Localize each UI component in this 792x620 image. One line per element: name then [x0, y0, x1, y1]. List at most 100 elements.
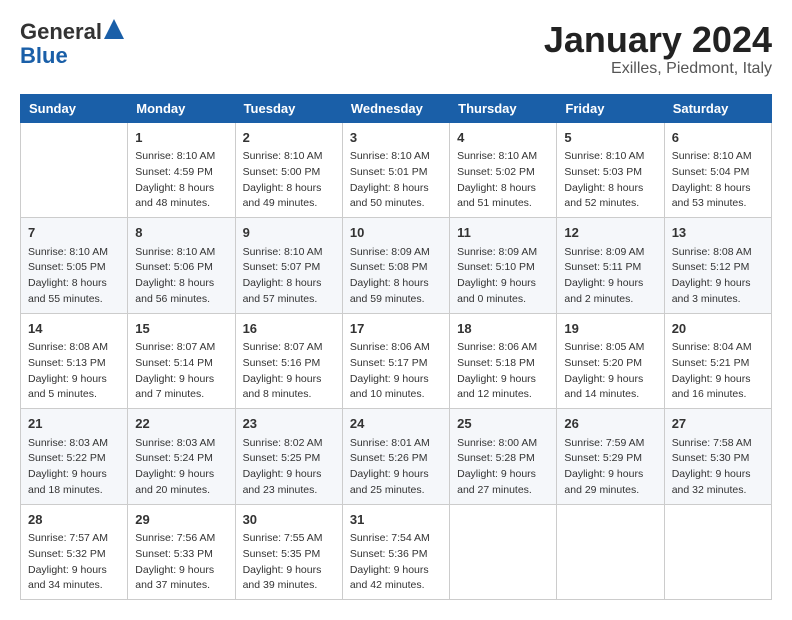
logo-blue: Blue: [20, 43, 68, 68]
day-cell: 15Sunrise: 8:07 AMSunset: 5:14 PMDayligh…: [128, 313, 235, 409]
day-cell: 12Sunrise: 8:09 AMSunset: 5:11 PMDayligh…: [557, 218, 664, 314]
day-cell: 4Sunrise: 8:10 AMSunset: 5:02 PMDaylight…: [450, 122, 557, 218]
day-info: Sunrise: 8:06 AMSunset: 5:18 PMDaylight:…: [457, 340, 549, 403]
logo-general: General: [20, 19, 102, 44]
page-header: General Blue January 2024 Exilles, Piedm…: [20, 20, 772, 78]
day-info: Sunrise: 8:10 AMSunset: 5:01 PMDaylight:…: [350, 149, 442, 212]
day-info: Sunrise: 8:06 AMSunset: 5:17 PMDaylight:…: [350, 340, 442, 403]
day-number: 26: [564, 414, 656, 434]
day-cell: 26Sunrise: 7:59 AMSunset: 5:29 PMDayligh…: [557, 409, 664, 505]
day-number: 24: [350, 414, 442, 434]
day-cell: 5Sunrise: 8:10 AMSunset: 5:03 PMDaylight…: [557, 122, 664, 218]
day-info: Sunrise: 8:09 AMSunset: 5:08 PMDaylight:…: [350, 245, 442, 308]
day-number: 16: [243, 319, 335, 339]
day-info: Sunrise: 8:10 AMSunset: 5:05 PMDaylight:…: [28, 245, 120, 308]
day-number: 10: [350, 223, 442, 243]
day-cell: 13Sunrise: 8:08 AMSunset: 5:12 PMDayligh…: [664, 218, 771, 314]
day-cell: 28Sunrise: 7:57 AMSunset: 5:32 PMDayligh…: [21, 504, 128, 600]
day-number: 6: [672, 128, 764, 148]
header-sunday: Sunday: [21, 94, 128, 122]
day-cell: 1Sunrise: 8:10 AMSunset: 4:59 PMDaylight…: [128, 122, 235, 218]
day-number: 20: [672, 319, 764, 339]
day-number: 5: [564, 128, 656, 148]
day-info: Sunrise: 8:10 AMSunset: 5:07 PMDaylight:…: [243, 245, 335, 308]
day-cell: 6Sunrise: 8:10 AMSunset: 5:04 PMDaylight…: [664, 122, 771, 218]
day-cell: 29Sunrise: 7:56 AMSunset: 5:33 PMDayligh…: [128, 504, 235, 600]
day-number: 18: [457, 319, 549, 339]
day-cell: [664, 504, 771, 600]
day-number: 17: [350, 319, 442, 339]
day-number: 25: [457, 414, 549, 434]
day-info: Sunrise: 8:09 AMSunset: 5:10 PMDaylight:…: [457, 245, 549, 308]
day-info: Sunrise: 8:03 AMSunset: 5:24 PMDaylight:…: [135, 436, 227, 499]
day-cell: 31Sunrise: 7:54 AMSunset: 5:36 PMDayligh…: [342, 504, 449, 600]
logo: General Blue: [20, 20, 124, 68]
day-number: 22: [135, 414, 227, 434]
day-cell: [557, 504, 664, 600]
day-info: Sunrise: 8:10 AMSunset: 5:06 PMDaylight:…: [135, 245, 227, 308]
day-number: 28: [28, 510, 120, 530]
week-row-5: 28Sunrise: 7:57 AMSunset: 5:32 PMDayligh…: [21, 504, 772, 600]
day-number: 4: [457, 128, 549, 148]
day-info: Sunrise: 7:54 AMSunset: 5:36 PMDaylight:…: [350, 531, 442, 594]
day-cell: [450, 504, 557, 600]
day-cell: 21Sunrise: 8:03 AMSunset: 5:22 PMDayligh…: [21, 409, 128, 505]
day-number: 8: [135, 223, 227, 243]
day-info: Sunrise: 8:10 AMSunset: 5:04 PMDaylight:…: [672, 149, 764, 212]
day-cell: 16Sunrise: 8:07 AMSunset: 5:16 PMDayligh…: [235, 313, 342, 409]
day-cell: 3Sunrise: 8:10 AMSunset: 5:01 PMDaylight…: [342, 122, 449, 218]
day-info: Sunrise: 8:01 AMSunset: 5:26 PMDaylight:…: [350, 436, 442, 499]
calendar-table: SundayMondayTuesdayWednesdayThursdayFrid…: [20, 94, 772, 601]
day-cell: 17Sunrise: 8:06 AMSunset: 5:17 PMDayligh…: [342, 313, 449, 409]
day-cell: 9Sunrise: 8:10 AMSunset: 5:07 PMDaylight…: [235, 218, 342, 314]
day-cell: 25Sunrise: 8:00 AMSunset: 5:28 PMDayligh…: [450, 409, 557, 505]
header-wednesday: Wednesday: [342, 94, 449, 122]
header-monday: Monday: [128, 94, 235, 122]
day-number: 2: [243, 128, 335, 148]
week-row-1: 1Sunrise: 8:10 AMSunset: 4:59 PMDaylight…: [21, 122, 772, 218]
week-row-3: 14Sunrise: 8:08 AMSunset: 5:13 PMDayligh…: [21, 313, 772, 409]
day-info: Sunrise: 7:58 AMSunset: 5:30 PMDaylight:…: [672, 436, 764, 499]
day-number: 31: [350, 510, 442, 530]
week-row-2: 7Sunrise: 8:10 AMSunset: 5:05 PMDaylight…: [21, 218, 772, 314]
day-info: Sunrise: 7:56 AMSunset: 5:33 PMDaylight:…: [135, 531, 227, 594]
day-cell: [21, 122, 128, 218]
day-number: 19: [564, 319, 656, 339]
day-cell: 18Sunrise: 8:06 AMSunset: 5:18 PMDayligh…: [450, 313, 557, 409]
day-number: 12: [564, 223, 656, 243]
day-info: Sunrise: 8:10 AMSunset: 4:59 PMDaylight:…: [135, 149, 227, 212]
day-number: 30: [243, 510, 335, 530]
day-cell: 23Sunrise: 8:02 AMSunset: 5:25 PMDayligh…: [235, 409, 342, 505]
day-number: 7: [28, 223, 120, 243]
header-tuesday: Tuesday: [235, 94, 342, 122]
header-friday: Friday: [557, 94, 664, 122]
day-info: Sunrise: 8:07 AMSunset: 5:14 PMDaylight:…: [135, 340, 227, 403]
day-cell: 10Sunrise: 8:09 AMSunset: 5:08 PMDayligh…: [342, 218, 449, 314]
day-cell: 14Sunrise: 8:08 AMSunset: 5:13 PMDayligh…: [21, 313, 128, 409]
day-info: Sunrise: 7:55 AMSunset: 5:35 PMDaylight:…: [243, 531, 335, 594]
day-cell: 24Sunrise: 8:01 AMSunset: 5:26 PMDayligh…: [342, 409, 449, 505]
day-cell: 8Sunrise: 8:10 AMSunset: 5:06 PMDaylight…: [128, 218, 235, 314]
day-number: 27: [672, 414, 764, 434]
day-info: Sunrise: 8:08 AMSunset: 5:12 PMDaylight:…: [672, 245, 764, 308]
day-info: Sunrise: 8:04 AMSunset: 5:21 PMDaylight:…: [672, 340, 764, 403]
day-cell: 7Sunrise: 8:10 AMSunset: 5:05 PMDaylight…: [21, 218, 128, 314]
page-title: January 2024: [544, 20, 772, 60]
day-number: 13: [672, 223, 764, 243]
day-cell: 30Sunrise: 7:55 AMSunset: 5:35 PMDayligh…: [235, 504, 342, 600]
day-info: Sunrise: 8:08 AMSunset: 5:13 PMDaylight:…: [28, 340, 120, 403]
day-info: Sunrise: 8:10 AMSunset: 5:00 PMDaylight:…: [243, 149, 335, 212]
day-cell: 20Sunrise: 8:04 AMSunset: 5:21 PMDayligh…: [664, 313, 771, 409]
day-info: Sunrise: 8:05 AMSunset: 5:20 PMDaylight:…: [564, 340, 656, 403]
day-cell: 19Sunrise: 8:05 AMSunset: 5:20 PMDayligh…: [557, 313, 664, 409]
week-row-4: 21Sunrise: 8:03 AMSunset: 5:22 PMDayligh…: [21, 409, 772, 505]
day-number: 15: [135, 319, 227, 339]
day-info: Sunrise: 8:10 AMSunset: 5:02 PMDaylight:…: [457, 149, 549, 212]
header-row: SundayMondayTuesdayWednesdayThursdayFrid…: [21, 94, 772, 122]
title-block: January 2024 Exilles, Piedmont, Italy: [544, 20, 772, 78]
day-number: 29: [135, 510, 227, 530]
day-number: 11: [457, 223, 549, 243]
header-thursday: Thursday: [450, 94, 557, 122]
day-info: Sunrise: 7:57 AMSunset: 5:32 PMDaylight:…: [28, 531, 120, 594]
day-info: Sunrise: 8:03 AMSunset: 5:22 PMDaylight:…: [28, 436, 120, 499]
